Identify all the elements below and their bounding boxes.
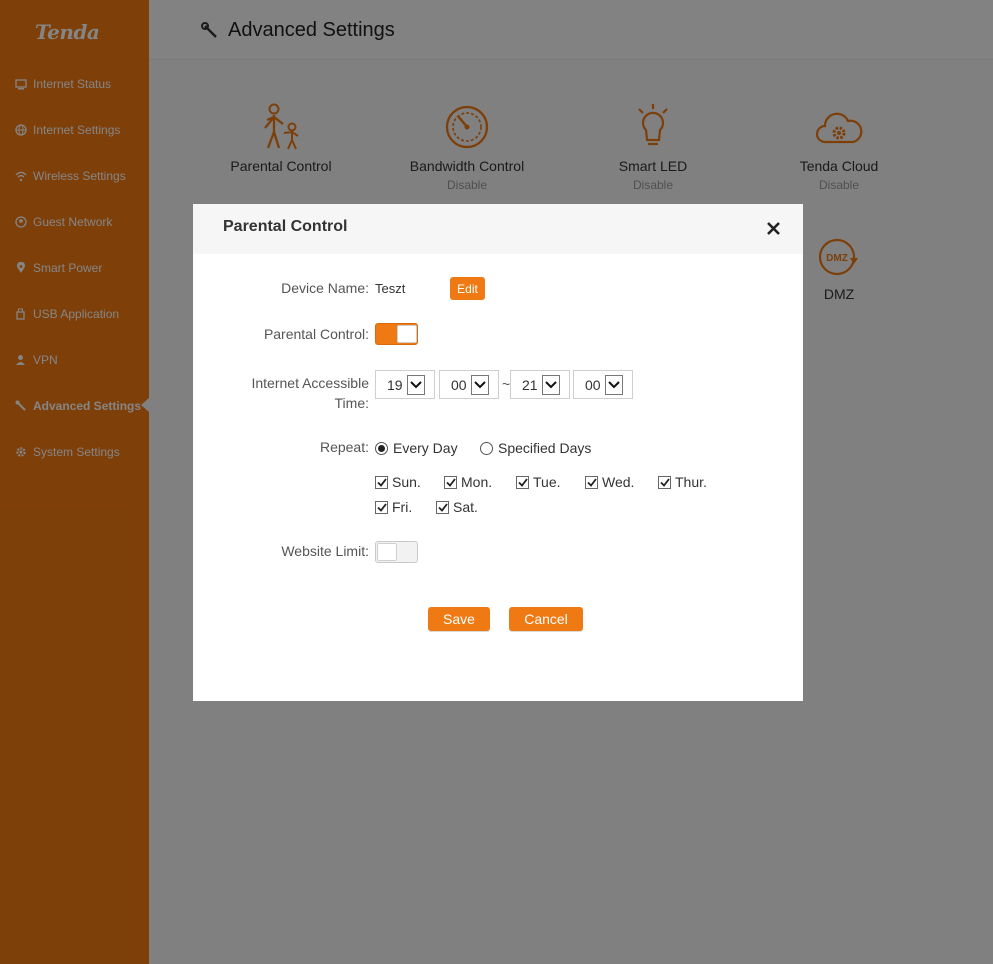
end-hour-select[interactable]: 21 xyxy=(510,370,570,399)
time-separator: ~ xyxy=(502,376,511,392)
save-button[interactable]: Save xyxy=(428,607,490,631)
check-icon xyxy=(658,475,671,489)
checkbox-sun[interactable]: Sun. xyxy=(375,474,421,490)
day-label: Sun. xyxy=(392,474,421,490)
parental-control-dialog: Parental Control Device Name: Teszt Edit… xyxy=(193,204,803,701)
close-button[interactable] xyxy=(763,218,783,238)
radio-dot xyxy=(480,441,493,455)
check-icon xyxy=(585,475,598,489)
cancel-button[interactable]: Cancel xyxy=(509,607,583,631)
toggle-knob xyxy=(377,543,397,561)
chevron-down-icon xyxy=(542,374,560,395)
radio-dot xyxy=(375,441,388,455)
website-limit-label: Website Limit: xyxy=(281,543,369,559)
day-label: Fri. xyxy=(392,499,413,515)
day-label: Tue. xyxy=(533,474,561,490)
checkbox-fri[interactable]: Fri. xyxy=(375,499,412,515)
check-icon xyxy=(375,475,388,489)
day-label: Wed. xyxy=(602,474,635,490)
radio-label: Every Day xyxy=(393,440,458,456)
close-icon xyxy=(766,221,780,235)
start-minute-select[interactable]: 00 xyxy=(439,370,499,399)
time-label-line2: Time: xyxy=(334,395,369,411)
select-value: 21 xyxy=(522,376,538,393)
end-minute-select[interactable]: 00 xyxy=(573,370,633,399)
checkbox-thur[interactable]: Thur. xyxy=(658,474,707,490)
start-hour-select[interactable]: 19 xyxy=(375,370,435,399)
select-value: 00 xyxy=(585,376,601,393)
time-label-line1: Internet Accessible xyxy=(251,375,369,391)
repeat-label: Repeat: xyxy=(319,439,369,455)
check-icon xyxy=(444,475,457,489)
device-name-value: Teszt xyxy=(375,281,406,296)
website-limit-toggle[interactable] xyxy=(375,541,418,563)
select-value: 19 xyxy=(387,376,403,393)
day-label: Thur. xyxy=(675,474,707,490)
checkbox-sat[interactable]: Sat. xyxy=(436,499,478,515)
day-label: Sat. xyxy=(453,499,478,515)
select-value: 00 xyxy=(451,376,467,393)
device-name-label: Device Name: xyxy=(281,280,369,296)
check-icon xyxy=(436,500,449,514)
dialog-title: Parental Control xyxy=(223,218,348,235)
radio-specified-days[interactable]: Specified Days xyxy=(480,440,591,456)
parental-control-toggle[interactable] xyxy=(375,323,418,345)
radio-every-day[interactable]: Every Day xyxy=(375,440,458,456)
chevron-down-icon xyxy=(407,374,425,395)
day-label: Mon. xyxy=(461,474,493,490)
checkbox-mon[interactable]: Mon. xyxy=(444,474,492,490)
chevron-down-icon xyxy=(471,374,489,395)
toggle-knob xyxy=(397,325,417,343)
check-icon xyxy=(375,500,388,514)
radio-label: Specified Days xyxy=(498,440,592,456)
parental-control-label: Parental Control: xyxy=(263,326,369,342)
check-icon xyxy=(516,475,529,489)
checkbox-wed[interactable]: Wed. xyxy=(585,474,634,490)
checkbox-tue[interactable]: Tue. xyxy=(516,474,561,490)
dialog-header: Parental Control xyxy=(193,204,803,254)
edit-button[interactable]: Edit xyxy=(450,277,485,300)
chevron-down-icon xyxy=(605,374,623,395)
